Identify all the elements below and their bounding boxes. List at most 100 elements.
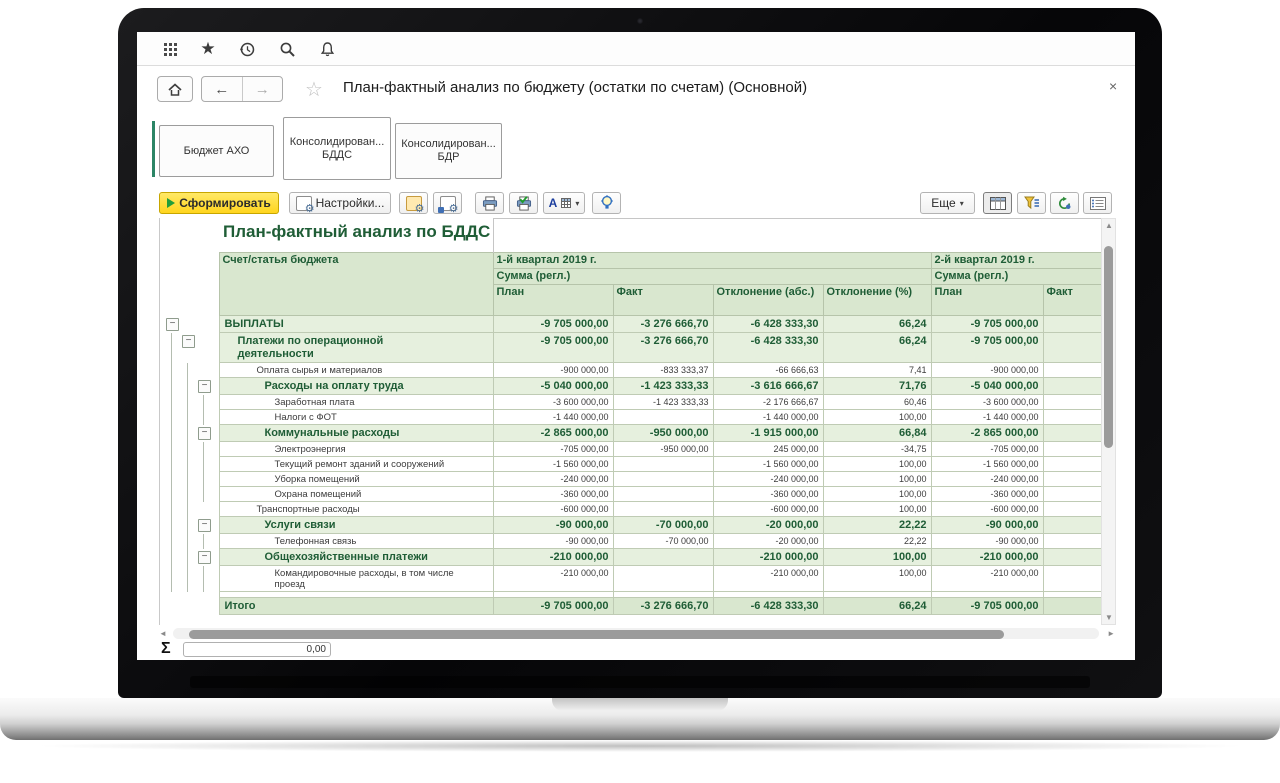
tree-gutter xyxy=(160,534,219,549)
table-row[interactable]: −Услуги связи-90 000,00-70 000,00-20 000… xyxy=(160,517,1101,534)
table-row[interactable]: Оплата сырья и материалов-900 000,00-833… xyxy=(160,363,1101,378)
apps-menu-icon[interactable] xyxy=(161,40,179,58)
generate-button[interactable]: Сформировать xyxy=(159,192,279,214)
plan-fact-table: План-фактный анализ по БДДС Счет/статья … xyxy=(160,218,1102,615)
settings-label: Настройки... xyxy=(316,196,385,210)
collapse-toggle[interactable]: − xyxy=(198,551,211,564)
table-row[interactable]: Командировочные расходы, в том числе про… xyxy=(160,566,1101,592)
generate-label: Сформировать xyxy=(179,196,270,210)
row-label: Телефонная связь xyxy=(219,534,493,549)
scroll-right-icon[interactable]: ► xyxy=(1107,629,1115,638)
table-row[interactable]: Итого-9 705 000,00-3 276 666,70-6 428 33… xyxy=(160,598,1101,615)
table-row[interactable]: −Коммунальные расходы-2 865 000,00-950 0… xyxy=(160,425,1101,442)
scroll-left-icon[interactable]: ◄ xyxy=(159,629,167,638)
cell-value: -9 705 000,00 xyxy=(931,598,1043,615)
favorite-star-icon[interactable]: ☆ xyxy=(305,77,323,102)
table-row[interactable]: −Общехозяйственные платежи-210 000,00-21… xyxy=(160,549,1101,566)
vertical-scroll-thumb[interactable] xyxy=(1104,246,1113,448)
cell-value: -210 000,00 xyxy=(713,549,823,566)
cell-value: 60,46 xyxy=(823,395,931,410)
table-headers-button[interactable] xyxy=(983,192,1012,214)
vertical-scrollbar[interactable]: ▲ ▼ xyxy=(1101,218,1116,625)
close-icon[interactable]: × xyxy=(1109,78,1117,94)
col-header-sum1: Сумма (регл.) xyxy=(493,269,931,285)
funnel-icon xyxy=(1024,196,1040,210)
notifications-icon[interactable] xyxy=(318,40,336,58)
cell-value: 22,22 xyxy=(823,517,931,534)
print-button[interactable] xyxy=(475,192,504,214)
row-label: Расходы на оплату труда xyxy=(219,378,493,395)
collapse-toggle[interactable]: − xyxy=(182,335,195,348)
cell-value: -1 560 000,00 xyxy=(713,457,823,472)
cell-value: -1 440 000,00 xyxy=(713,410,823,425)
cell-value: 245 000,00 xyxy=(713,442,823,457)
horizontal-scrollbar[interactable]: ◄ ► xyxy=(159,627,1115,640)
laptop-hinge xyxy=(190,676,1090,688)
horizontal-scroll-thumb[interactable] xyxy=(189,630,1004,639)
cell-value: -1 440 000,00 xyxy=(931,410,1043,425)
table-row[interactable]: Уборка помещений-240 000,00-240 000,0010… xyxy=(160,472,1101,487)
print-preview-button[interactable] xyxy=(509,192,538,214)
tree-line xyxy=(171,410,172,425)
format-button[interactable]: A ▾ xyxy=(543,192,585,214)
collapse-toggle[interactable]: − xyxy=(198,427,211,440)
collapse-toggle[interactable]: − xyxy=(166,318,179,331)
row-label: Платежи по операционной деятельности xyxy=(219,333,493,363)
table-row[interactable]: Телефонная связь-90 000,00-70 000,00-20 … xyxy=(160,534,1101,549)
back-button[interactable]: ← xyxy=(202,77,243,101)
horizontal-scroll-track[interactable] xyxy=(173,628,1099,639)
home-button[interactable] xyxy=(157,76,193,102)
cell-value xyxy=(1043,457,1101,472)
favorites-icon[interactable]: ★ xyxy=(199,40,217,58)
table-row[interactable]: Заработная плата-3 600 000,00-1 423 333,… xyxy=(160,395,1101,410)
sum-input[interactable] xyxy=(183,642,331,657)
scroll-down-icon[interactable]: ▼ xyxy=(1105,613,1113,622)
table-row[interactable]: −Платежи по операционной деятельности-9 … xyxy=(160,333,1101,363)
more-button[interactable]: Еще ▾ xyxy=(920,192,975,214)
table-row[interactable]: Налоги с ФОТ-1 440 000,00-1 440 000,0010… xyxy=(160,410,1101,425)
cell-value: 100,00 xyxy=(823,502,931,517)
tab-budget-aho[interactable]: Бюджет АХО xyxy=(159,125,274,177)
cell-value xyxy=(1043,549,1101,566)
tree-gutter xyxy=(160,566,219,592)
tree-line xyxy=(203,534,204,549)
history-icon[interactable] xyxy=(238,40,256,58)
forward-button[interactable]: → xyxy=(243,77,283,101)
scroll-up-icon[interactable]: ▲ xyxy=(1105,221,1113,230)
tab-consolidated-bdds[interactable]: Консолидирован... БДДС xyxy=(283,117,391,180)
cell-value: -600 000,00 xyxy=(931,502,1043,517)
cell-value xyxy=(1043,487,1101,502)
table-row[interactable]: −Расходы на оплату труда-5 040 000,00-1 … xyxy=(160,378,1101,395)
settings-button[interactable]: ⚙ Настройки... xyxy=(289,192,391,214)
table-row[interactable]: Транспортные расходы-600 000,00-600 000,… xyxy=(160,502,1101,517)
cell-value: -240 000,00 xyxy=(713,472,823,487)
search-icon[interactable] xyxy=(278,40,296,58)
filter-button[interactable] xyxy=(1017,192,1046,214)
cell-value: -1 423 333,33 xyxy=(613,378,713,395)
table-row[interactable]: −ВЫПЛАТЫ-9 705 000,00-3 276 666,70-6 428… xyxy=(160,316,1101,333)
status-bar: Σ xyxy=(137,640,1135,660)
collapse-toggle[interactable]: − xyxy=(198,380,211,393)
cell-value: -90 000,00 xyxy=(931,517,1043,534)
row-label: Уборка помещений xyxy=(219,472,493,487)
sum-sigma-icon[interactable]: Σ xyxy=(161,640,171,658)
cell-value: -1 423 333,33 xyxy=(613,395,713,410)
tab-consolidated-bdr[interactable]: Консолидирован... БДР xyxy=(395,123,502,179)
table-format-icon xyxy=(561,198,571,208)
collapse-toggle[interactable]: − xyxy=(198,519,211,532)
cell-value: 100,00 xyxy=(823,472,931,487)
table-row[interactable]: Текущий ремонт зданий и сооружений-1 560… xyxy=(160,457,1101,472)
table-row[interactable]: Электроэнергия-705 000,00-950 000,00245 … xyxy=(160,442,1101,457)
cell-value: 71,76 xyxy=(823,378,931,395)
table-row[interactable]: Охрана помещений-360 000,00-360 000,0010… xyxy=(160,487,1101,502)
tree-line xyxy=(171,378,172,395)
row-label: Заработная плата xyxy=(219,395,493,410)
refresh-button[interactable] xyxy=(1050,192,1079,214)
row-label: Оплата сырья и материалов xyxy=(219,363,493,378)
choose-settings-button[interactable]: ⚙ xyxy=(399,192,428,214)
save-settings-button[interactable]: ⚙ xyxy=(433,192,462,214)
cell-value: -1 915 000,00 xyxy=(713,425,823,442)
form-settings-button[interactable] xyxy=(1083,192,1112,214)
cell-value: 66,24 xyxy=(823,316,931,333)
hint-button[interactable] xyxy=(592,192,621,214)
